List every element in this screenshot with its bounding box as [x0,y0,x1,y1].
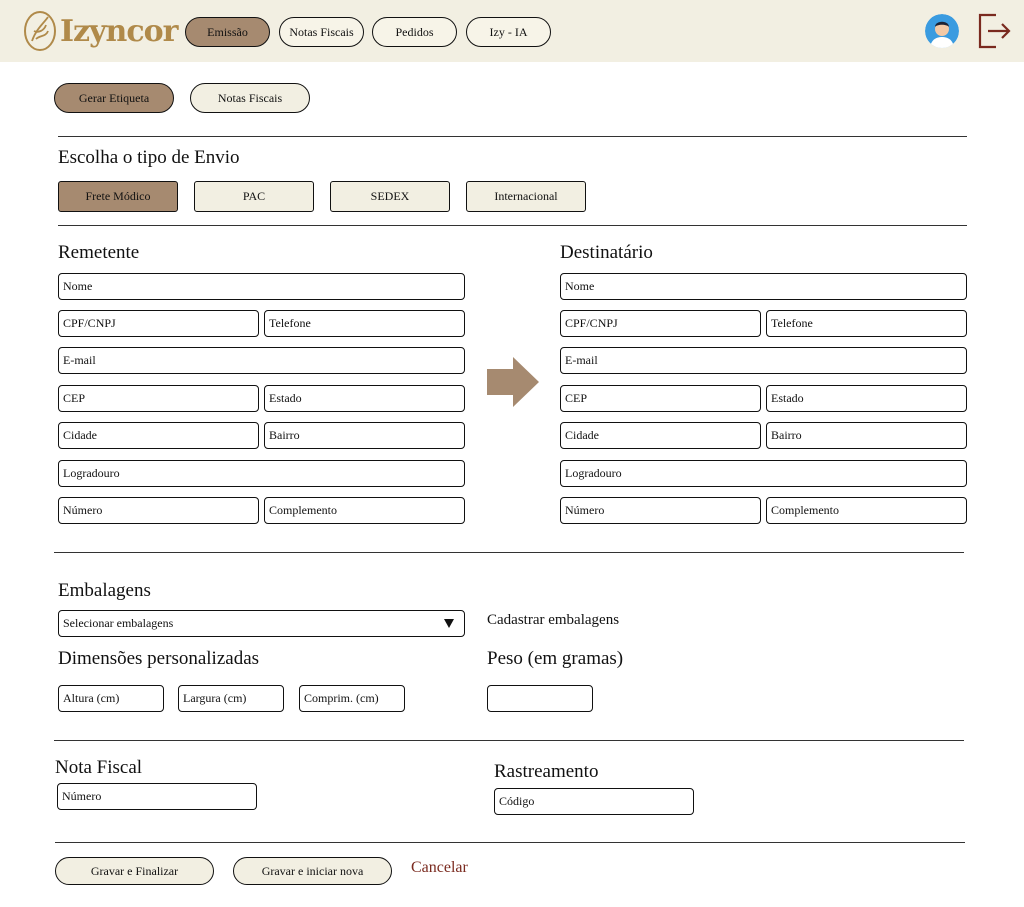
altura-field[interactable] [58,685,164,712]
logo-text: Izyncor [60,13,178,49]
remetente-logradouro-field[interactable] [58,460,465,487]
dimensoes-title: Dimensões personalizadas [58,648,260,669]
divider [55,842,965,843]
divider [54,740,964,741]
remetente-email-input[interactable] [63,353,464,368]
remetente-telefone-input[interactable] [269,316,464,331]
embalagens-title: Embalagens [58,580,151,601]
notas-fiscais-button[interactable]: Notas Fiscais [190,83,310,113]
user-avatar-icon[interactable] [925,14,959,48]
largura-input[interactable] [183,691,283,706]
remetente-numero-field[interactable] [58,497,259,524]
remetente-cidade-field[interactable] [58,422,259,449]
gravar-iniciar-nova-button[interactable]: Gravar e iniciar nova [233,857,392,885]
peso-title: Peso (em gramas) [487,648,624,669]
destinatario-bairro-field[interactable] [766,422,967,449]
nota-fiscal-title: Nota Fiscal [55,757,143,778]
remetente-cpf-field[interactable] [58,310,259,337]
logout-icon[interactable] [976,12,1012,50]
envio-pac-button[interactable]: PAC [194,181,314,212]
remetente-nome-field[interactable] [58,273,465,300]
destinatario-cpf-field[interactable] [560,310,761,337]
remetente-cep-field[interactable] [58,385,259,412]
envio-sedex-button[interactable]: SEDEX [330,181,450,212]
nota-fiscal-numero-field[interactable] [57,783,257,810]
caret-down-icon [444,619,454,628]
cadastrar-embalagens-link[interactable]: Cadastrar embalagens [487,612,619,629]
destinatario-cidade-input[interactable] [565,428,760,443]
altura-input[interactable] [63,691,163,706]
gerar-etiqueta-button[interactable]: Gerar Etiqueta [54,83,174,113]
destinatario-estado-input[interactable] [771,391,966,406]
nav-emissao-button[interactable]: Emissão [185,17,270,47]
destinatario-telefone-field[interactable] [766,310,967,337]
brand-logo[interactable]: Izyncor [22,8,178,54]
rastreamento-codigo-input[interactable] [499,794,693,809]
destinatario-logradouro-field[interactable] [560,460,967,487]
peso-field[interactable] [487,685,593,712]
gravar-finalizar-button[interactable]: Gravar e Finalizar [55,857,214,885]
remetente-bairro-field[interactable] [264,422,465,449]
destinatario-complemento-input[interactable] [771,503,966,518]
remetente-estado-field[interactable] [264,385,465,412]
remetente-numero-input[interactable] [63,503,258,518]
destinatario-numero-field[interactable] [560,497,761,524]
comprimento-input[interactable] [304,691,404,706]
remetente-complemento-input[interactable] [269,503,464,518]
destinatario-estado-field[interactable] [766,385,967,412]
top-bar: Izyncor Emissão Notas Fiscais Pedidos Iz… [0,0,1024,62]
destinatario-email-input[interactable] [565,353,966,368]
nav-pedidos-button[interactable]: Pedidos [372,17,457,47]
destinatario-logradouro-input[interactable] [565,466,966,481]
remetente-logradouro-input[interactable] [63,466,464,481]
envio-frete-modico-button[interactable]: Frete Módico [58,181,178,212]
destinatario-nome-field[interactable] [560,273,967,300]
remetente-title: Remetente [58,242,140,263]
peso-input[interactable] [492,691,592,706]
remetente-telefone-field[interactable] [264,310,465,337]
largura-field[interactable] [178,685,284,712]
cancel-link[interactable]: Cancelar [411,859,468,877]
destinatario-telefone-input[interactable] [771,316,966,331]
comprimento-field[interactable] [299,685,405,712]
remetente-cep-input[interactable] [63,391,258,406]
destinatario-email-field[interactable] [560,347,967,374]
divider [58,225,967,226]
remetente-complemento-field[interactable] [264,497,465,524]
remetente-nome-input[interactable] [63,279,464,294]
remetente-cpf-input[interactable] [63,316,258,331]
logo-mark-icon [24,11,56,51]
destinatario-complemento-field[interactable] [766,497,967,524]
destinatario-cpf-input[interactable] [565,316,760,331]
destinatario-title: Destinatário [560,242,653,263]
destinatario-bairro-input[interactable] [771,428,966,443]
remetente-bairro-input[interactable] [269,428,464,443]
remetente-email-field[interactable] [58,347,465,374]
envio-internacional-button[interactable]: Internacional [466,181,586,212]
destinatario-nome-input[interactable] [565,279,966,294]
remetente-estado-input[interactable] [269,391,464,406]
destinatario-cep-input[interactable] [565,391,760,406]
destinatario-cidade-field[interactable] [560,422,761,449]
envio-title: Escolha o tipo de Envio [58,147,240,168]
embalagens-select-value: Selecionar embalagens [63,616,174,630]
rastreamento-title: Rastreamento [494,761,599,782]
destinatario-numero-input[interactable] [565,503,760,518]
nav-izy-ia-button[interactable]: Izy - IA [466,17,551,47]
rastreamento-codigo-field[interactable] [494,788,694,815]
nav-notas-fiscais-button[interactable]: Notas Fiscais [279,17,364,47]
embalagens-select[interactable]: Selecionar embalagens [58,610,465,637]
divider [58,136,967,137]
destinatario-cep-field[interactable] [560,385,761,412]
arrow-right-icon [487,357,539,407]
nota-fiscal-numero-input[interactable] [62,789,256,804]
divider [54,552,964,553]
remetente-cidade-input[interactable] [63,428,258,443]
